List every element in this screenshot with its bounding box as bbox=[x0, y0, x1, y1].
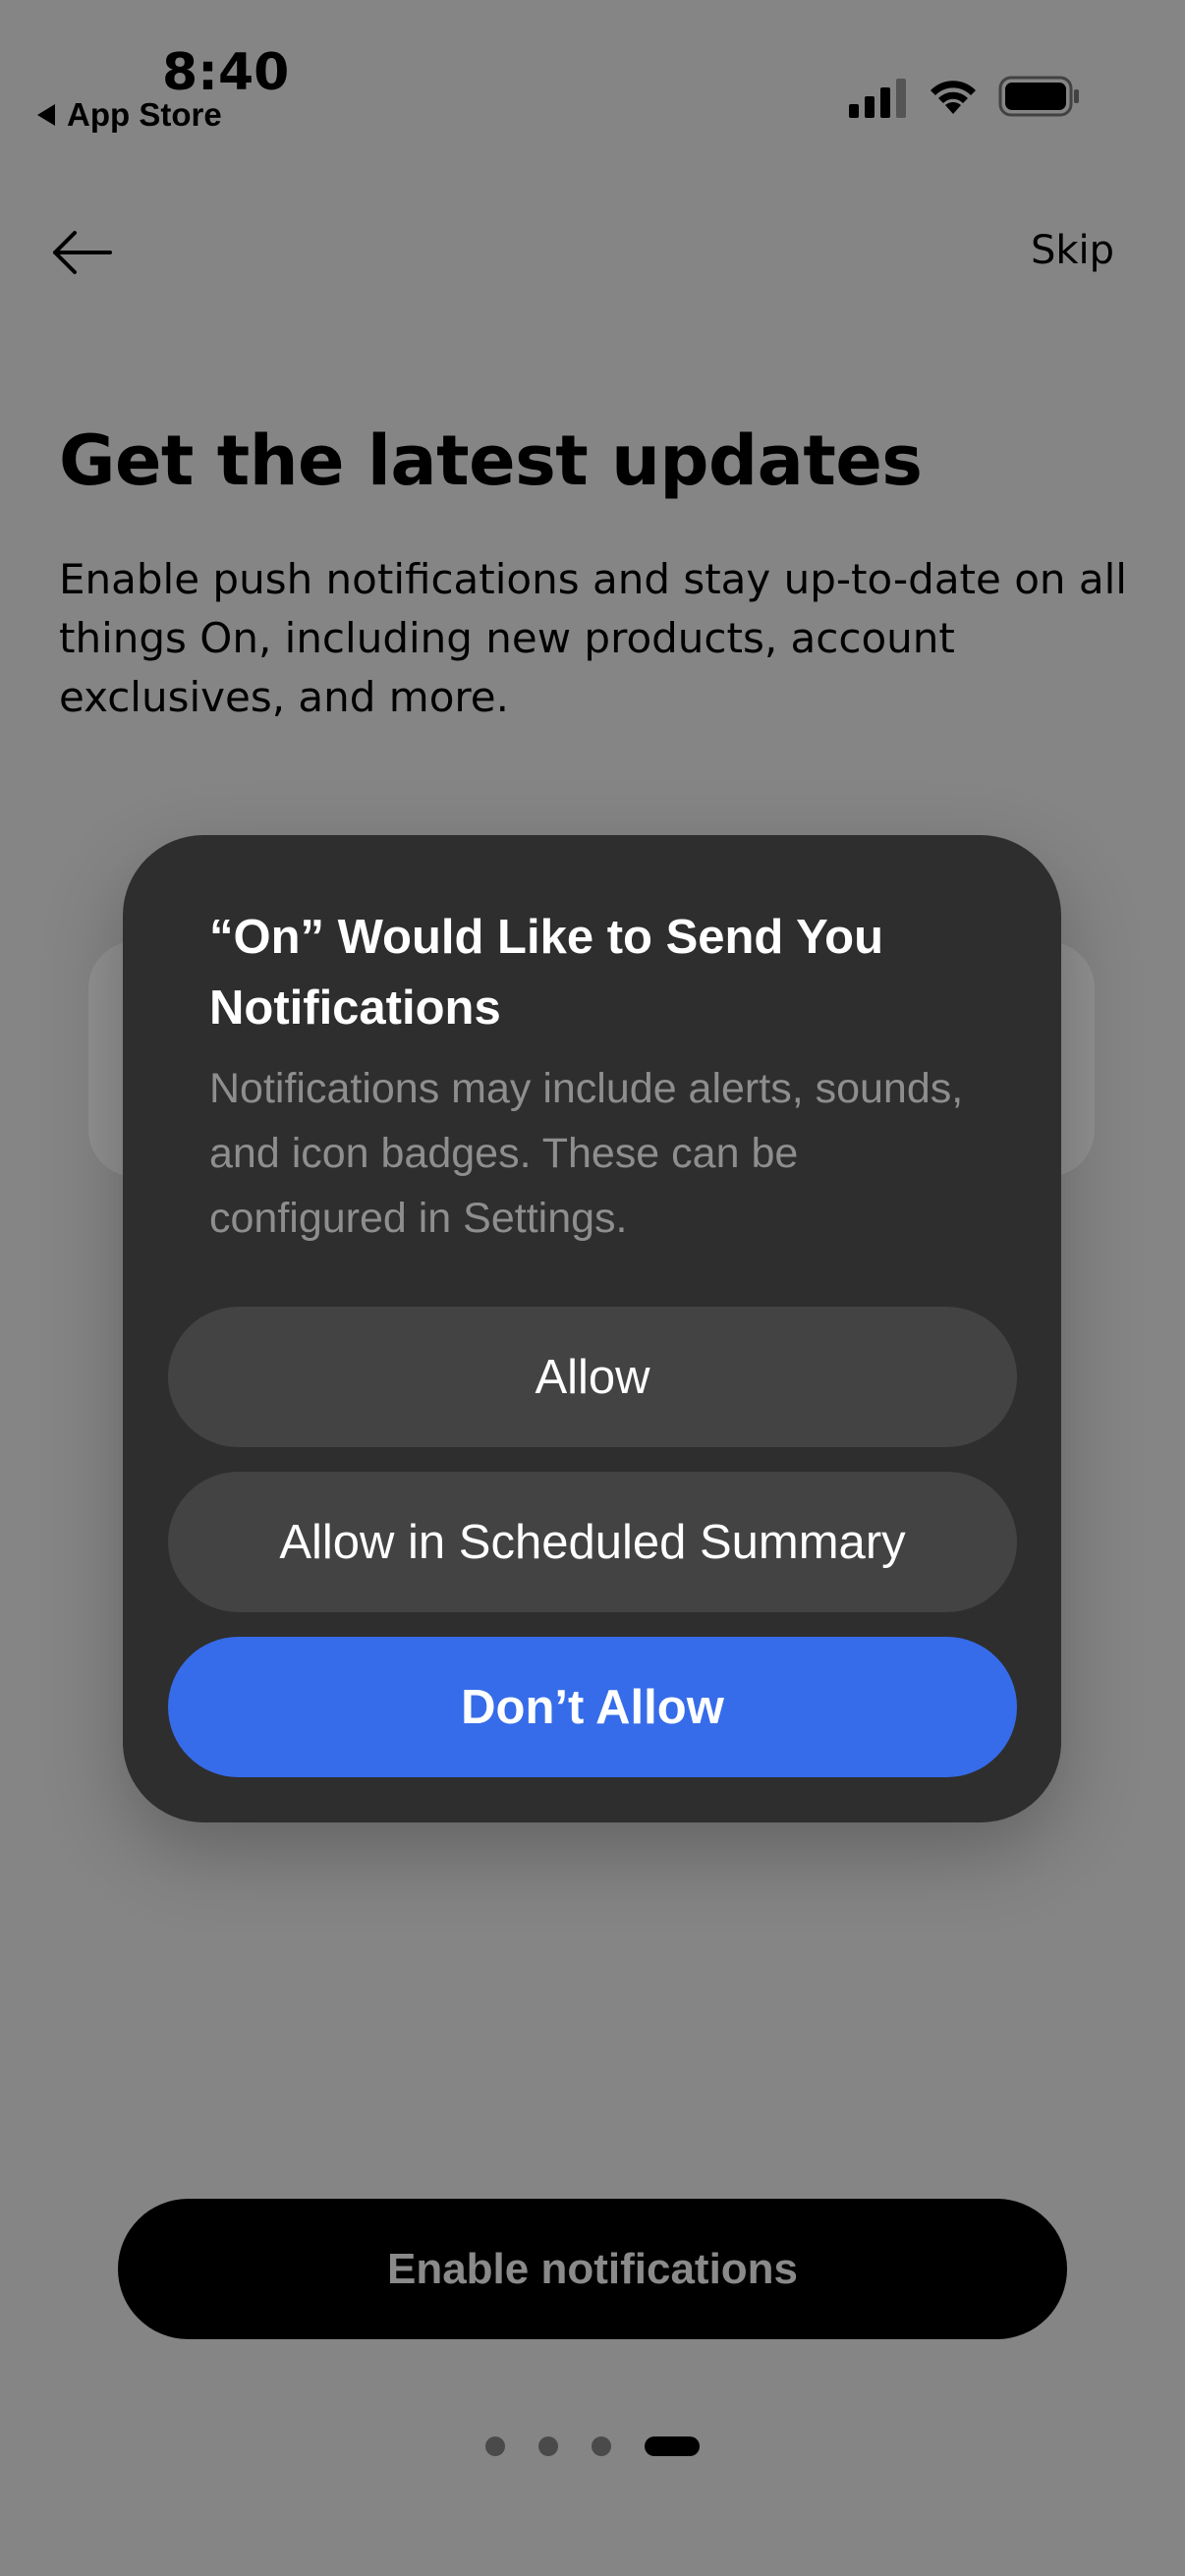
battery-icon bbox=[998, 76, 1079, 117]
alert-message: Notifications may include alerts, sounds… bbox=[209, 1065, 964, 1242]
cellular-signal-icon bbox=[849, 79, 906, 118]
skip-button[interactable]: Skip bbox=[1031, 228, 1114, 273]
allow-button[interactable]: Allow bbox=[168, 1307, 1017, 1447]
page-dot-4-active bbox=[645, 2436, 700, 2456]
back-triangle-icon bbox=[37, 104, 55, 126]
page-subtitle: Enable push notifications and stay up-to… bbox=[59, 555, 1127, 721]
notification-permission-alert: “On” Would Like to Send You Notification… bbox=[123, 835, 1061, 1822]
enable-notifications-button[interactable]: Enable notifications bbox=[118, 2199, 1067, 2339]
arrow-left-icon[interactable] bbox=[51, 228, 112, 277]
alert-title: “On” Would Like to Send You Notification… bbox=[209, 911, 883, 1035]
dont-allow-button[interactable]: Don’t Allow bbox=[168, 1637, 1017, 1777]
page-indicator bbox=[0, 2436, 1185, 2456]
wifi-icon bbox=[931, 81, 976, 114]
status-time: 8:40 bbox=[162, 43, 290, 102]
allow-scheduled-summary-button[interactable]: Allow in Scheduled Summary bbox=[168, 1472, 1017, 1612]
page-title: Get the latest updates bbox=[59, 420, 923, 501]
page-dot-2 bbox=[538, 2436, 558, 2456]
back-app-label: App Store bbox=[67, 96, 222, 133]
page-dot-1 bbox=[485, 2436, 505, 2456]
page-dot-3 bbox=[592, 2436, 611, 2456]
back-to-app-store[interactable]: App Store bbox=[37, 96, 222, 134]
